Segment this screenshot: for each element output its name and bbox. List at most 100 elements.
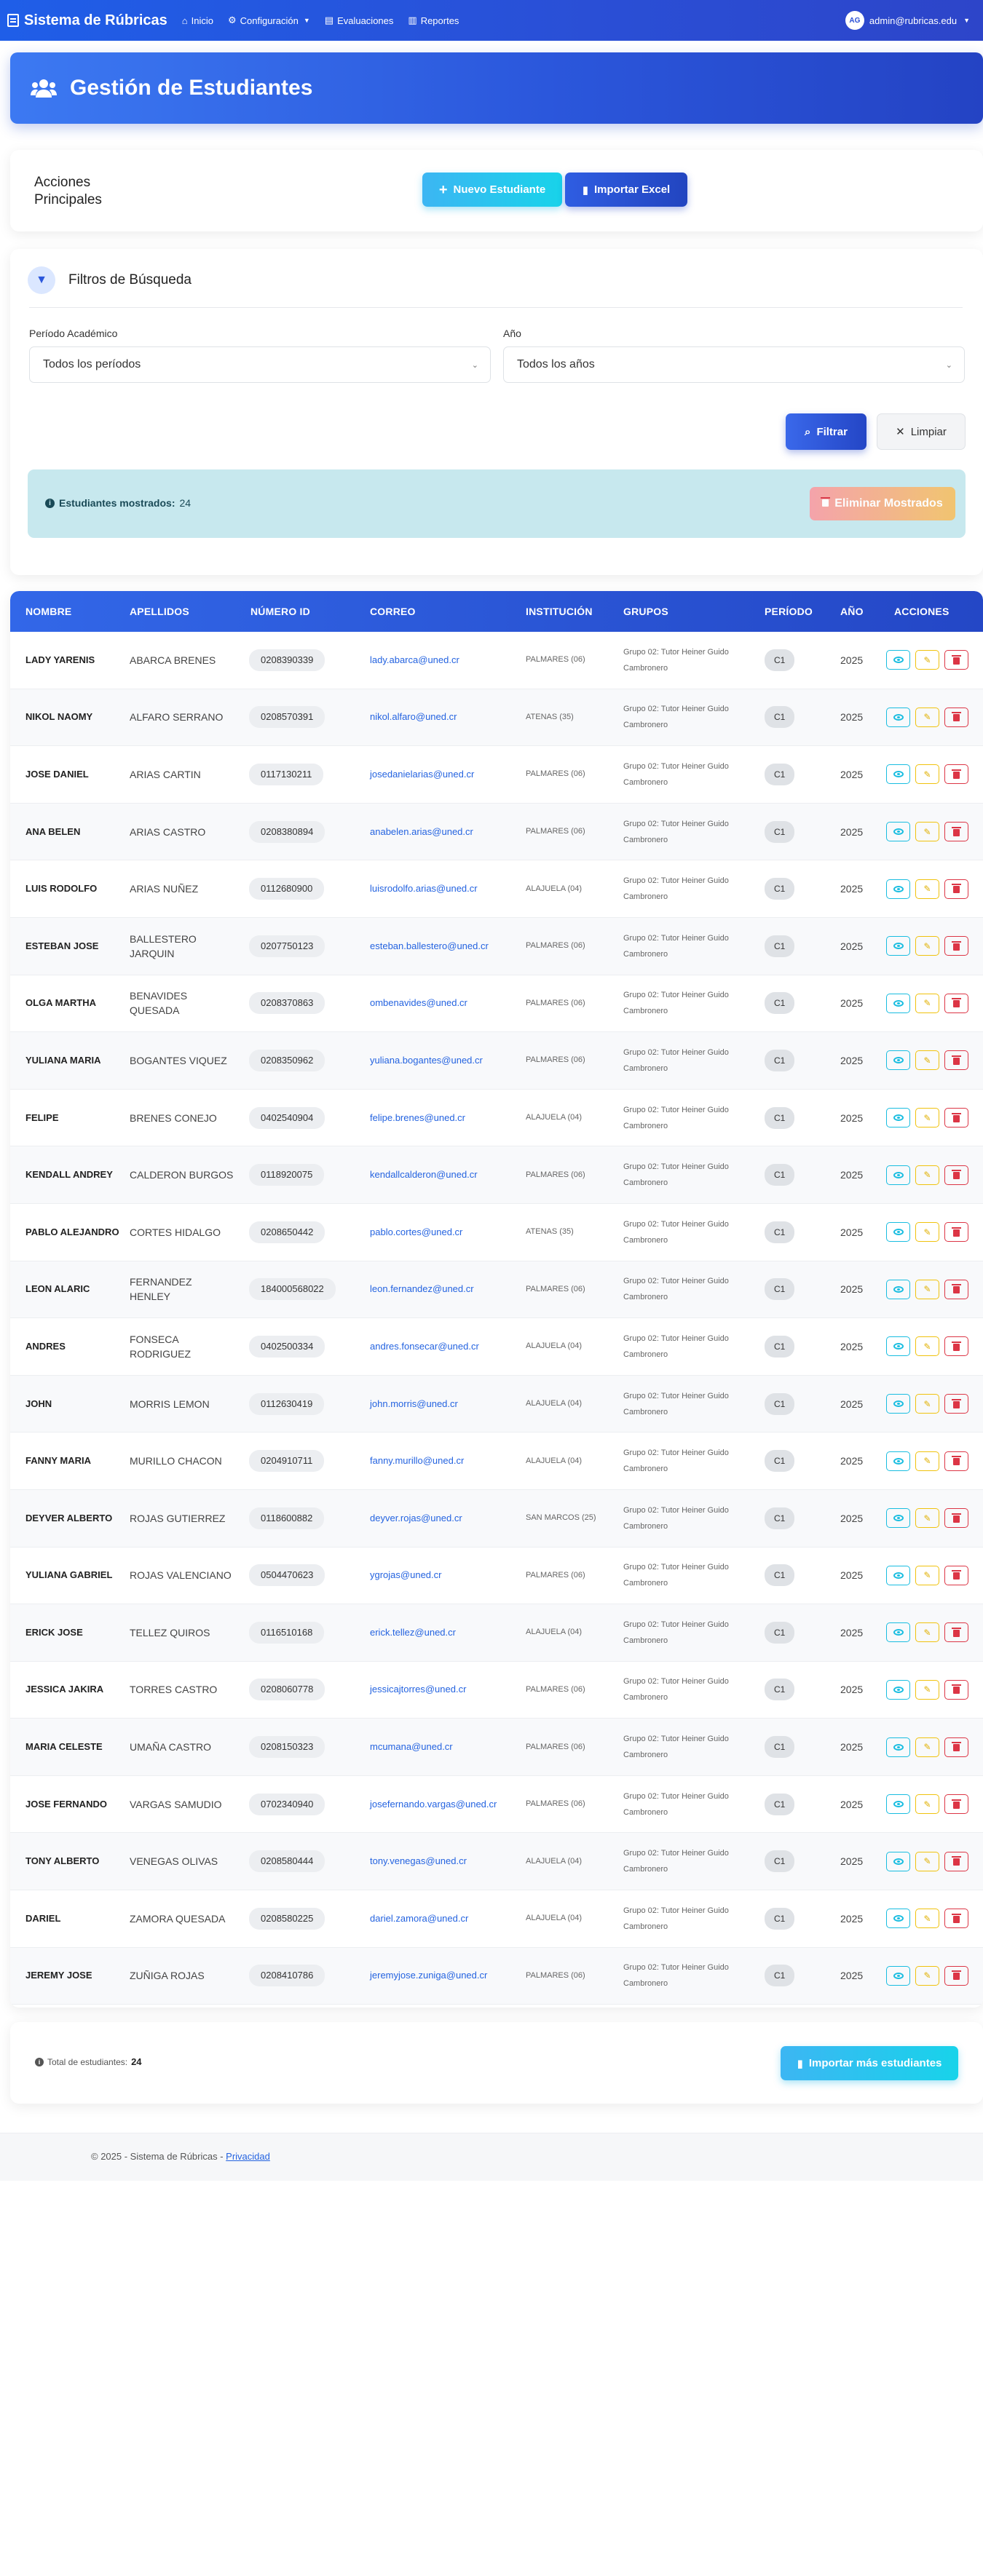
brand[interactable]: Sistema de Rúbricas [7,12,167,29]
email-link[interactable]: ombenavides@uned.cr [370,996,467,1010]
delete-button[interactable] [944,936,968,956]
view-button[interactable] [886,1108,910,1128]
view-button[interactable] [886,1851,910,1871]
email-link[interactable]: john.morris@uned.cr [370,1397,458,1411]
edit-button[interactable]: ✎ [915,993,939,1013]
edit-button[interactable]: ✎ [915,936,939,956]
email-link[interactable]: luisrodolfo.arias@uned.cr [370,881,478,896]
view-button[interactable] [886,936,910,956]
view-button[interactable] [886,1909,910,1929]
email-link[interactable]: nikol.alfaro@uned.cr [370,710,457,724]
view-button[interactable] [886,1336,910,1357]
delete-button[interactable] [944,1279,968,1299]
delete-shown-button[interactable]: Eliminar Mostrados [810,487,955,520]
view-button[interactable] [886,1508,910,1529]
view-button[interactable] [886,1737,910,1757]
email-link[interactable]: leon.fernandez@uned.cr [370,1282,474,1296]
view-button[interactable] [886,879,910,899]
view-button[interactable] [886,1451,910,1471]
edit-button[interactable]: ✎ [915,1565,939,1585]
delete-button[interactable] [944,1737,968,1757]
edit-button[interactable]: ✎ [915,822,939,842]
delete-button[interactable] [944,1622,968,1643]
delete-button[interactable] [944,764,968,785]
column-header[interactable]: CORREO [370,606,416,617]
email-link[interactable]: kendallcalderon@uned.cr [370,1168,478,1182]
view-button[interactable] [886,822,910,842]
delete-button[interactable] [944,707,968,727]
email-link[interactable]: lady.abarca@uned.cr [370,653,459,667]
view-button[interactable] [886,650,910,670]
column-header[interactable]: GRUPOS [623,606,668,617]
delete-button[interactable] [944,1165,968,1185]
email-link[interactable]: andres.fonsecar@uned.cr [370,1339,479,1354]
view-button[interactable] [886,1965,910,1986]
new-student-button[interactable]: + Nuevo Estudiante [422,173,562,207]
column-header[interactable]: PERÍODO [765,606,813,617]
edit-button[interactable]: ✎ [915,1508,939,1529]
clear-button[interactable]: ✕ Limpiar [877,413,966,450]
email-link[interactable]: fanny.murillo@uned.cr [370,1454,464,1468]
import-excel-button[interactable]: ▮ Importar Excel [565,173,687,207]
delete-button[interactable] [944,1394,968,1414]
email-link[interactable]: jessicajtorres@uned.cr [370,1682,466,1697]
email-link[interactable]: pablo.cortes@uned.cr [370,1225,462,1240]
email-link[interactable]: deyver.rojas@uned.cr [370,1511,462,1526]
view-button[interactable] [886,1279,910,1299]
edit-button[interactable]: ✎ [915,1336,939,1357]
delete-button[interactable] [944,1451,968,1471]
email-link[interactable]: ygrojas@uned.cr [370,1568,441,1582]
column-header[interactable]: INSTITUCIÓN [526,606,593,617]
delete-button[interactable] [944,1965,968,1986]
delete-button[interactable] [944,1050,968,1071]
delete-button[interactable] [944,822,968,842]
edit-button[interactable]: ✎ [915,1165,939,1185]
filter-button[interactable]: ⌕ Filtrar [786,413,866,450]
email-link[interactable]: mcumana@uned.cr [370,1740,453,1754]
view-button[interactable] [886,1679,910,1700]
edit-button[interactable]: ✎ [915,1909,939,1929]
view-button[interactable] [886,1622,910,1643]
view-button[interactable] [886,1165,910,1185]
nav-link-configuracion[interactable]: ⚙ Configuración ▼ [228,15,310,26]
nav-link-reportes[interactable]: ▥ Reportes [408,15,459,26]
column-header[interactable]: NOMBRE [25,606,71,617]
delete-button[interactable] [944,1909,968,1929]
delete-button[interactable] [944,993,968,1013]
email-link[interactable]: felipe.brenes@uned.cr [370,1111,465,1125]
edit-button[interactable]: ✎ [915,1050,939,1071]
delete-button[interactable] [944,1679,968,1700]
privacy-link[interactable]: Privacidad [226,2151,270,2162]
column-header[interactable]: APELLIDOS [130,606,189,617]
nav-link-evaluaciones[interactable]: ▤ Evaluaciones [325,15,394,26]
delete-button[interactable] [944,650,968,670]
nav-link-inicio[interactable]: ⌂ Inicio [182,15,213,26]
edit-button[interactable]: ✎ [915,1965,939,1986]
edit-button[interactable]: ✎ [915,1394,939,1414]
delete-button[interactable] [944,1108,968,1128]
email-link[interactable]: josedanielarias@uned.cr [370,767,474,782]
view-button[interactable] [886,764,910,785]
email-link[interactable]: anabelen.arias@uned.cr [370,825,473,839]
email-link[interactable]: erick.tellez@uned.cr [370,1625,456,1640]
view-button[interactable] [886,707,910,727]
email-link[interactable]: jeremyjose.zuniga@uned.cr [370,1968,487,1983]
delete-button[interactable] [944,1851,968,1871]
delete-button[interactable] [944,1565,968,1585]
delete-button[interactable] [944,879,968,899]
user-menu[interactable]: AG admin@rubricas.edu ▼ [845,11,970,30]
edit-button[interactable]: ✎ [915,764,939,785]
view-button[interactable] [886,1050,910,1071]
view-button[interactable] [886,1222,910,1243]
email-link[interactable]: esteban.ballestero@uned.cr [370,939,489,954]
import-more-button[interactable]: ▮ Importar más estudiantes [781,2046,958,2080]
edit-button[interactable]: ✎ [915,650,939,670]
delete-button[interactable] [944,1794,968,1815]
edit-button[interactable]: ✎ [915,1279,939,1299]
edit-button[interactable]: ✎ [915,1737,939,1757]
column-header[interactable]: AÑO [840,606,864,617]
view-button[interactable] [886,993,910,1013]
edit-button[interactable]: ✎ [915,1794,939,1815]
email-link[interactable]: tony.venegas@uned.cr [370,1854,467,1868]
column-header[interactable]: ACCIONES [894,606,950,617]
